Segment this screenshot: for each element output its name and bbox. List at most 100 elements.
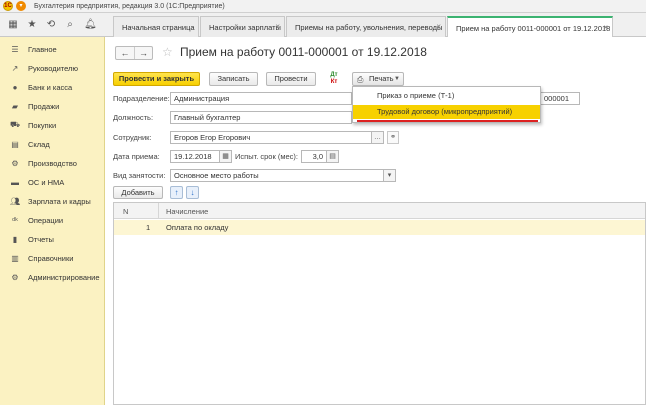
tab-home[interactable]: Начальная страница	[113, 16, 199, 37]
sidebar-item-sales[interactable]: ▰ Продажи	[0, 97, 105, 115]
print-menu-item-t1[interactable]: Приказ о приеме (Т-1)	[353, 89, 540, 103]
grid-menu-icon[interactable]: ▦	[8, 20, 18, 30]
sidebar-item-label: Зарплата и кадры	[28, 196, 91, 206]
chevron-down-icon[interactable]: ▾	[384, 169, 396, 182]
sidebar-item-purchases[interactable]: ⛟ Покупки	[0, 116, 105, 134]
move-down-icon[interactable]: ↓	[186, 186, 199, 199]
favorite-star-icon[interactable]: ☆	[162, 45, 173, 59]
probation-calc-icon[interactable]: ▤	[327, 150, 339, 163]
employee-label: Сотрудник:	[113, 133, 152, 142]
row-number: 1	[146, 223, 151, 232]
history-icon[interactable]: ⟲	[46, 20, 56, 30]
close-icon[interactable]: ×	[275, 22, 280, 31]
accruals-table: N Начисление 1 Оплата по окладу	[113, 202, 646, 405]
warehouse-icon: ▤	[11, 139, 19, 149]
sidebar: ☰ Главное ↗ Руководителю ● Банк и касса …	[0, 37, 105, 405]
app-logo-icon: 1С	[3, 1, 13, 11]
history-nav: ← →	[115, 46, 153, 60]
sidebar-item-fixed-assets[interactable]: ▬ ОС и НМА	[0, 173, 105, 191]
print-menu-item-contract[interactable]: Трудовой договор (микропредприятий)	[353, 105, 540, 119]
sidebar-item-catalogs[interactable]: ▥ Справочники	[0, 249, 105, 267]
print-button[interactable]: ⎙ Печать ▼	[352, 72, 404, 86]
tab-label: Настройки зарплаты	[209, 22, 281, 32]
employee-field[interactable]: Егоров Егор Егорович	[170, 131, 372, 144]
tab-label: Приемы на работу, увольнения, переводы	[295, 22, 443, 32]
sidebar-item-production[interactable]: ⚙ Производство	[0, 154, 105, 172]
close-icon[interactable]: ×	[436, 22, 441, 31]
bell-icon[interactable]: 🔔︎	[84, 20, 97, 30]
employee-select-button[interactable]: …	[372, 131, 384, 144]
sidebar-item-operations[interactable]: ᵈᵏ Операции	[0, 211, 105, 229]
people-icon: 👥︎	[10, 196, 21, 206]
link-icon[interactable]: ⚭	[387, 131, 399, 144]
department-label: Подразделение:	[113, 94, 170, 103]
main-menu-icon[interactable]: ▾	[16, 1, 26, 11]
trend-icon: ↗	[11, 63, 19, 73]
reports-icon: ▮	[12, 234, 18, 244]
column-header-n[interactable]: N	[123, 207, 128, 216]
sidebar-item-label: Банк и касса	[28, 82, 73, 92]
sales-icon: ▰	[11, 101, 19, 111]
page-title: Прием на работу 0011-000001 от 19.12.201…	[180, 45, 427, 59]
employment-type-field[interactable]: Основное место работы	[170, 169, 384, 182]
tab-label: Прием на работу 0011-000001 от 19.12.201…	[456, 23, 611, 33]
sidebar-item-bank[interactable]: ● Банк и касса	[0, 78, 105, 96]
sidebar-item-main[interactable]: ☰ Главное	[0, 40, 105, 58]
sidebar-item-label: Руководителю	[28, 63, 79, 73]
position-label: Должность:	[113, 113, 154, 122]
probation-label: Испыт. срок (мес):	[235, 152, 298, 161]
tab-hiring-document[interactable]: Прием на работу 0011-000001 от 19.12.201…	[447, 16, 613, 38]
save-button[interactable]: Записать	[209, 72, 258, 86]
highlight-underline	[357, 120, 538, 122]
sidebar-item-label: Главное	[28, 44, 57, 54]
number-field[interactable]: 000001	[540, 92, 580, 105]
tab-hiring-list[interactable]: Приемы на работу, увольнения, переводы ×	[286, 16, 446, 37]
print-label: Печать	[369, 74, 394, 83]
search-icon[interactable]: ⌕	[65, 20, 75, 30]
add-button[interactable]: Добавить	[113, 186, 163, 199]
dt-kt-icon[interactable]: Дт Кт	[327, 72, 341, 86]
favorites-icon[interactable]: ★	[27, 20, 37, 30]
table-header: N Начисление	[114, 203, 645, 219]
calendar-icon[interactable]: ▦	[220, 150, 232, 163]
sidebar-item-label: Производство	[28, 158, 77, 168]
operations-icon: ᵈᵏ	[12, 215, 18, 225]
probation-field[interactable]: 3,0	[301, 150, 327, 163]
sidebar-item-label: Склад	[28, 139, 50, 149]
print-menu: Приказ о приеме (Т-1) Трудовой договор (…	[352, 86, 541, 123]
window-title-bar: 1С ▾ Бухгалтерия предприятия, редакция 3…	[0, 0, 646, 13]
truck-icon: ▬	[11, 177, 19, 187]
sidebar-item-manager[interactable]: ↗ Руководителю	[0, 59, 105, 77]
row-accrual: Оплата по окладу	[166, 223, 229, 232]
department-field[interactable]: Администрация	[170, 92, 352, 105]
move-up-icon[interactable]: ↑	[170, 186, 183, 199]
sidebar-item-administration[interactable]: ⚙ Администрирование	[0, 268, 105, 286]
top-icons: ▦ ★ ⟲ ⌕ 🔔︎	[0, 13, 105, 37]
sidebar-item-warehouse[interactable]: ▤ Склад	[0, 135, 105, 153]
sidebar-item-label: ОС и НМА	[28, 177, 65, 187]
tab-salary-settings[interactable]: Настройки зарплаты ×	[200, 16, 285, 37]
employment-type-label: Вид занятости:	[113, 171, 166, 180]
chevron-down-icon: ▼	[394, 76, 400, 82]
close-icon[interactable]: ×	[603, 23, 608, 32]
sidebar-item-label: Справочники	[28, 253, 74, 263]
position-field[interactable]: Главный бухгалтер	[170, 111, 352, 124]
table-row[interactable]: 1 Оплата по окладу	[114, 220, 645, 235]
post-button[interactable]: Провести	[266, 72, 316, 86]
post-and-close-button[interactable]: Провести и закрыть	[113, 72, 200, 86]
menu-icon: ☰	[11, 44, 19, 54]
sidebar-item-salary[interactable]: 👥︎ Зарплата и кадры	[0, 192, 105, 210]
document-form: ← → ☆ Прием на работу 0011-000001 от 19.…	[106, 37, 646, 405]
gear-icon: ⚙	[11, 272, 19, 282]
back-button[interactable]: ←	[116, 47, 134, 59]
hire-date-field[interactable]: 19.12.2018	[170, 150, 220, 163]
sidebar-item-label: Операции	[28, 215, 64, 225]
cart-icon: ⛟	[10, 120, 21, 129]
sidebar-item-reports[interactable]: ▮ Отчеты	[0, 230, 105, 248]
bank-icon: ●	[12, 82, 18, 92]
forward-button[interactable]: →	[134, 47, 152, 59]
sidebar-item-label: Продажи	[28, 101, 60, 111]
books-icon: ▥	[11, 253, 19, 263]
column-header-accrual[interactable]: Начисление	[166, 207, 208, 216]
production-icon: ⚙	[11, 158, 19, 168]
